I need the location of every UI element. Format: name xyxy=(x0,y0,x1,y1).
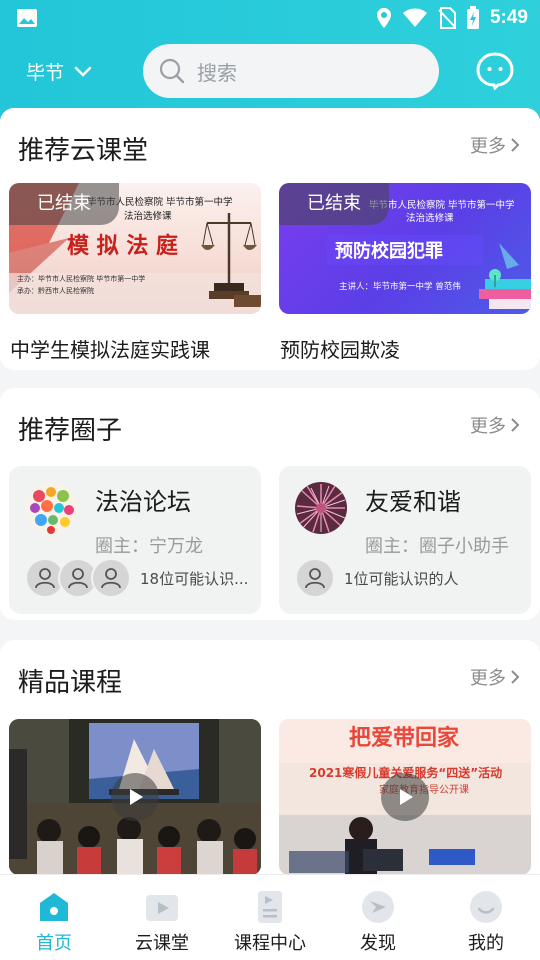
cloud-class-title[interactable]: 预防校园欺凌 xyxy=(280,334,400,363)
course-document-icon xyxy=(258,891,282,923)
compass-icon xyxy=(362,891,394,923)
circle-owner: 圈主：圈子小助手 xyxy=(365,536,509,557)
status-badge: 已结束 xyxy=(279,183,389,225)
chevron-right-icon xyxy=(511,670,520,684)
home-icon xyxy=(40,893,68,921)
tab-discover[interactable]: 发现 xyxy=(324,875,432,960)
more-label: 更多 xyxy=(470,416,506,437)
circle-name: 法治论坛 xyxy=(95,488,191,516)
avatar xyxy=(295,558,335,598)
city-selector[interactable]: 毕节 xyxy=(26,58,92,85)
play-icon xyxy=(400,789,413,805)
status-badge: 已结束 xyxy=(9,183,119,225)
more-label: 更多 xyxy=(470,136,506,157)
search-input[interactable]: 搜索 xyxy=(143,44,439,98)
banner-title: 把爱带回家 xyxy=(349,725,460,751)
avatar xyxy=(91,558,131,598)
location-icon xyxy=(376,8,391,28)
user-icon xyxy=(68,568,88,589)
search-placeholder: 搜索 xyxy=(197,60,237,85)
tab-home[interactable]: 首页 xyxy=(0,875,108,960)
section-recommended-cloud-class: 推荐云课堂 更多 毕节市人民检察院 毕节市第一中学 法治选修课 模 拟 法 庭 … xyxy=(0,108,540,370)
circle-card[interactable]: 法治论坛 圈主：宁万龙 18位可能认识... xyxy=(9,466,261,614)
play-icon xyxy=(130,789,143,805)
svg-text:主办：毕节市人民检察院 毕节市第一中学: 主办：毕节市人民检察院 毕节市第一中学 xyxy=(17,274,145,283)
status-time: 5:49 xyxy=(489,7,528,28)
user-icon xyxy=(305,568,325,589)
circle-avatar xyxy=(25,482,77,534)
tab-label: 课程中心 xyxy=(234,933,306,954)
profile-icon xyxy=(470,891,502,923)
tab-label: 我的 xyxy=(468,933,504,954)
tab-label: 发现 xyxy=(360,933,396,954)
svg-text:承办：黔西市人民检察院: 承办：黔西市人民检察院 xyxy=(17,286,94,295)
section-title: 推荐圈子 xyxy=(18,416,123,446)
chevron-down-icon xyxy=(74,66,92,77)
more-link[interactable]: 更多 xyxy=(470,664,520,690)
battery-icon xyxy=(466,6,479,29)
home-content[interactable]: 推荐云课堂 更多 毕节市人民检察院 毕节市第一中学 法治选修课 模 拟 法 庭 … xyxy=(0,108,540,874)
bottom-navigation: 首页 云课堂 课程中心 发现 我的 xyxy=(0,874,540,960)
svg-text:预防校园犯罪: 预防校园犯罪 xyxy=(335,240,443,262)
play-button[interactable] xyxy=(111,773,159,821)
circle-owner: 圈主：宁万龙 xyxy=(95,536,203,557)
search-icon xyxy=(159,58,185,84)
more-label: 更多 xyxy=(470,668,506,689)
user-icon xyxy=(101,568,121,589)
people-you-may-know: 18位可能认识... xyxy=(140,570,249,588)
tab-course-center[interactable]: 课程中心 xyxy=(216,875,324,960)
svg-text:模 拟 法 庭: 模 拟 法 庭 xyxy=(67,233,178,259)
cloud-class-card[interactable]: 毕节市人民检察院 毕节市第一中学 法治选修课 预防校园犯罪 主讲人：毕节市第一中… xyxy=(279,183,531,314)
section-recommended-circles: 推荐圈子 更多 法治论坛 圈主：宁万龙 18位可能认识... 友爱和谐 圈主：圈… xyxy=(0,388,540,620)
no-sim-icon xyxy=(438,7,456,29)
course-video-card[interactable] xyxy=(9,719,261,874)
svg-text:毕节市人民检察院 毕节市第一中学: 毕节市人民检察院 毕节市第一中学 xyxy=(369,199,515,211)
tab-label: 云课堂 xyxy=(135,933,189,954)
circle-name: 友爱和谐 xyxy=(365,488,461,516)
svg-text:主讲人：毕节市第一中学 曾范伟: 主讲人：毕节市第一中学 曾范伟 xyxy=(339,281,461,292)
svg-text:法治选修课: 法治选修课 xyxy=(406,212,454,224)
people-you-may-know: 1位可能认识的人 xyxy=(344,570,459,588)
tab-mine[interactable]: 我的 xyxy=(432,875,540,960)
section-title: 精品课程 xyxy=(18,668,123,698)
tab-cloud-class[interactable]: 云课堂 xyxy=(108,875,216,960)
city-label: 毕节 xyxy=(26,62,65,84)
course-video-card[interactable]: 把爱带回家 2021寒假儿童关爱服务“四送”活动 家庭教育指导公开课 xyxy=(279,719,531,874)
svg-text:法治选修课: 法治选修课 xyxy=(124,210,172,222)
more-link[interactable]: 更多 xyxy=(470,132,520,158)
wifi-icon xyxy=(402,8,427,27)
section-featured-courses: 精品课程 更多 把爱带回家 xyxy=(0,640,540,874)
tab-label: 首页 xyxy=(36,933,72,954)
section-title: 推荐云课堂 xyxy=(18,136,149,166)
more-link[interactable]: 更多 xyxy=(470,412,520,438)
status-bar: 5:49 xyxy=(0,0,540,36)
app-header: 毕节 搜索 xyxy=(0,36,540,108)
user-icon xyxy=(35,568,55,589)
cloud-class-title[interactable]: 中学生模拟法庭实践课 xyxy=(10,334,210,363)
cloud-class-card[interactable]: 毕节市人民检察院 毕节市第一中学 法治选修课 模 拟 法 庭 主办：毕节市人民检… xyxy=(9,183,261,314)
play-button[interactable] xyxy=(381,773,429,821)
chevron-right-icon xyxy=(511,418,520,432)
message-icon[interactable] xyxy=(476,52,514,90)
circle-avatar xyxy=(295,482,347,534)
video-play-icon xyxy=(146,895,178,921)
gallery-icon xyxy=(17,9,37,27)
circle-card[interactable]: 友爱和谐 圈主：圈子小助手 1位可能认识的人 xyxy=(279,466,531,614)
chevron-right-icon xyxy=(511,138,520,152)
